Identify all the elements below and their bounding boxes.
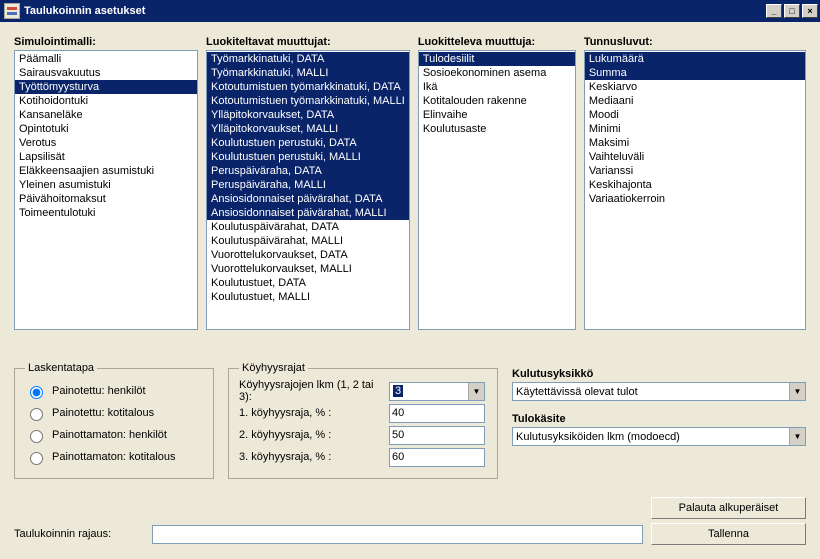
list-item[interactable]: Keskiarvo bbox=[585, 80, 805, 94]
luokitteleva-listbox[interactable]: TulodesiilitSosioekonominen asemaIkäKoti… bbox=[418, 50, 576, 330]
list-item[interactable]: Varianssi bbox=[585, 164, 805, 178]
rajaus-label: Taulukoinnin rajaus: bbox=[14, 528, 144, 540]
laskentatapa-radio-1[interactable] bbox=[30, 408, 43, 421]
list-item[interactable]: Koulutustuet, MALLI bbox=[207, 290, 409, 304]
luokiteltavat-listbox[interactable]: Työmarkkinatuki, DATATyömarkkinatuki, MA… bbox=[206, 50, 410, 330]
list-item[interactable]: Kansaneläke bbox=[15, 108, 197, 122]
raja2-label: 2. köyhyysraja, % : bbox=[239, 429, 389, 441]
tulokasite-label: Tulokäsite bbox=[512, 413, 806, 425]
list-item[interactable]: Vuorottelukorvaukset, MALLI bbox=[207, 262, 409, 276]
list-item[interactable]: Minimi bbox=[585, 122, 805, 136]
list-item[interactable]: Tulodesiilit bbox=[419, 52, 575, 66]
simulointimalli-listbox[interactable]: PäämalliSairausvakuutusTyöttömyysturvaKo… bbox=[14, 50, 198, 330]
list-item[interactable]: Lapsilisät bbox=[15, 150, 197, 164]
koyhyys-count-value: 3 bbox=[393, 385, 403, 397]
kulutusyksikko-value: Käytettävissä olevat tulot bbox=[513, 385, 789, 399]
list-item[interactable]: Lukumäärä bbox=[585, 52, 805, 66]
raja1-label: 1. köyhyysraja, % : bbox=[239, 407, 389, 419]
list-item[interactable]: Ylläpitokorvaukset, DATA bbox=[207, 108, 409, 122]
raja2-input[interactable] bbox=[389, 426, 485, 445]
list-item[interactable]: Sairausvakuutus bbox=[15, 66, 197, 80]
list-item[interactable]: Sosioekonominen asema bbox=[419, 66, 575, 80]
tulokasite-select[interactable]: Kulutusyksiköiden lkm (modoecd) ▼ bbox=[512, 427, 806, 446]
list-item[interactable]: Koulutusaste bbox=[419, 122, 575, 136]
luokiteltavat-label: Luokiteltavat muuttujat: bbox=[206, 36, 410, 48]
list-item[interactable]: Mediaani bbox=[585, 94, 805, 108]
koyhyysrajat-group: Köyhyysrajat Köyhyysrajojen lkm (1, 2 ta… bbox=[228, 362, 498, 479]
palauta-button[interactable]: Palauta alkuperäiset bbox=[651, 497, 806, 519]
list-item[interactable]: Summa bbox=[585, 66, 805, 80]
titlebar: Taulukoinnin asetukset _ □ × bbox=[0, 0, 820, 22]
list-item[interactable]: Kotoutumistuen työmarkkinatuki, MALLI bbox=[207, 94, 409, 108]
list-item[interactable]: Koulutuspäivärahat, MALLI bbox=[207, 234, 409, 248]
list-item[interactable]: Moodi bbox=[585, 108, 805, 122]
raja3-input[interactable] bbox=[389, 448, 485, 467]
list-item[interactable]: Päivähoitomaksut bbox=[15, 192, 197, 206]
minimize-button[interactable]: _ bbox=[766, 4, 782, 18]
list-item[interactable]: Toimeentulotuki bbox=[15, 206, 197, 220]
kulutusyksikko-select[interactable]: Käytettävissä olevat tulot ▼ bbox=[512, 382, 806, 401]
simulointimalli-label: Simulointimalli: bbox=[14, 36, 198, 48]
laskentatapa-radio-3[interactable] bbox=[30, 452, 43, 465]
chevron-down-icon: ▼ bbox=[468, 383, 484, 400]
list-item[interactable]: Koulutustuet, DATA bbox=[207, 276, 409, 290]
tulokasite-value: Kulutusyksiköiden lkm (modoecd) bbox=[513, 430, 789, 444]
laskentatapa-radio-label: Painottamaton: henkilöt bbox=[52, 429, 167, 441]
window-title: Taulukoinnin asetukset bbox=[24, 5, 145, 17]
list-item[interactable]: Koulutustuen perustuki, MALLI bbox=[207, 150, 409, 164]
koyhyysrajat-legend: Köyhyysrajat bbox=[239, 362, 308, 374]
chevron-down-icon: ▼ bbox=[789, 383, 805, 400]
laskentatapa-radio-label: Painottamaton: kotitalous bbox=[52, 451, 176, 463]
list-item[interactable]: Keskihajonta bbox=[585, 178, 805, 192]
tunnusluvut-label: Tunnusluvut: bbox=[584, 36, 806, 48]
list-item[interactable]: Vaihteluväli bbox=[585, 150, 805, 164]
list-item[interactable]: Ikä bbox=[419, 80, 575, 94]
list-item[interactable]: Koulutustuen perustuki, DATA bbox=[207, 136, 409, 150]
tunnusluvut-listbox[interactable]: LukumääräSummaKeskiarvoMediaaniMoodiMini… bbox=[584, 50, 806, 330]
list-item[interactable]: Peruspäiväraha, DATA bbox=[207, 164, 409, 178]
list-item[interactable]: Työmarkkinatuki, DATA bbox=[207, 52, 409, 66]
laskentatapa-radio-label: Painotettu: henkilöt bbox=[52, 385, 146, 397]
list-item[interactable]: Ylläpitokorvaukset, MALLI bbox=[207, 122, 409, 136]
list-item[interactable]: Työmarkkinatuki, MALLI bbox=[207, 66, 409, 80]
list-item[interactable]: Peruspäiväraha, MALLI bbox=[207, 178, 409, 192]
laskentatapa-group: Laskentatapa Painotettu: henkilöt Painote… bbox=[14, 362, 214, 479]
list-item[interactable]: Työttömyysturva bbox=[15, 80, 197, 94]
close-button[interactable]: × bbox=[802, 4, 818, 18]
laskentatapa-legend: Laskentatapa bbox=[25, 362, 97, 374]
luokitteleva-label: Luokitteleva muuttuja: bbox=[418, 36, 576, 48]
maximize-button[interactable]: □ bbox=[784, 4, 800, 18]
koyhyys-count-label: Köyhyysrajojen lkm (1, 2 tai 3): bbox=[239, 379, 389, 403]
list-item[interactable]: Ansiosidonnaiset päivärahat, DATA bbox=[207, 192, 409, 206]
raja1-input[interactable] bbox=[389, 404, 485, 423]
laskentatapa-radio-0[interactable] bbox=[30, 386, 43, 399]
list-item[interactable]: Ansiosidonnaiset päivärahat, MALLI bbox=[207, 206, 409, 220]
raja3-label: 3. köyhyysraja, % : bbox=[239, 451, 389, 463]
rajaus-input[interactable] bbox=[152, 525, 643, 544]
list-item[interactable]: Kotoutumistuen työmarkkinatuki, DATA bbox=[207, 80, 409, 94]
list-item[interactable]: Opintotuki bbox=[15, 122, 197, 136]
list-item[interactable]: Yleinen asumistuki bbox=[15, 178, 197, 192]
list-item[interactable]: Verotus bbox=[15, 136, 197, 150]
chevron-down-icon: ▼ bbox=[789, 428, 805, 445]
list-item[interactable]: Elinvaihe bbox=[419, 108, 575, 122]
list-item[interactable]: Vuorottelukorvaukset, DATA bbox=[207, 248, 409, 262]
laskentatapa-radio-label: Painotettu: kotitalous bbox=[52, 407, 154, 419]
list-item[interactable]: Eläkkeensaajien asumistuki bbox=[15, 164, 197, 178]
koyhyys-count-select[interactable]: 3 ▼ bbox=[389, 382, 485, 401]
list-item[interactable]: Variaatiokerroin bbox=[585, 192, 805, 206]
list-item[interactable]: Maksimi bbox=[585, 136, 805, 150]
list-item[interactable]: Koulutuspäivärahat, DATA bbox=[207, 220, 409, 234]
list-item[interactable]: Kotitalouden rakenne bbox=[419, 94, 575, 108]
list-item[interactable]: Päämalli bbox=[15, 52, 197, 66]
list-item[interactable]: Kotihoidontuki bbox=[15, 94, 197, 108]
kulutusyksikko-label: Kulutusyksikkö bbox=[512, 368, 806, 380]
app-icon bbox=[4, 3, 20, 19]
tallenna-button[interactable]: Tallenna bbox=[651, 523, 806, 545]
laskentatapa-radio-2[interactable] bbox=[30, 430, 43, 443]
